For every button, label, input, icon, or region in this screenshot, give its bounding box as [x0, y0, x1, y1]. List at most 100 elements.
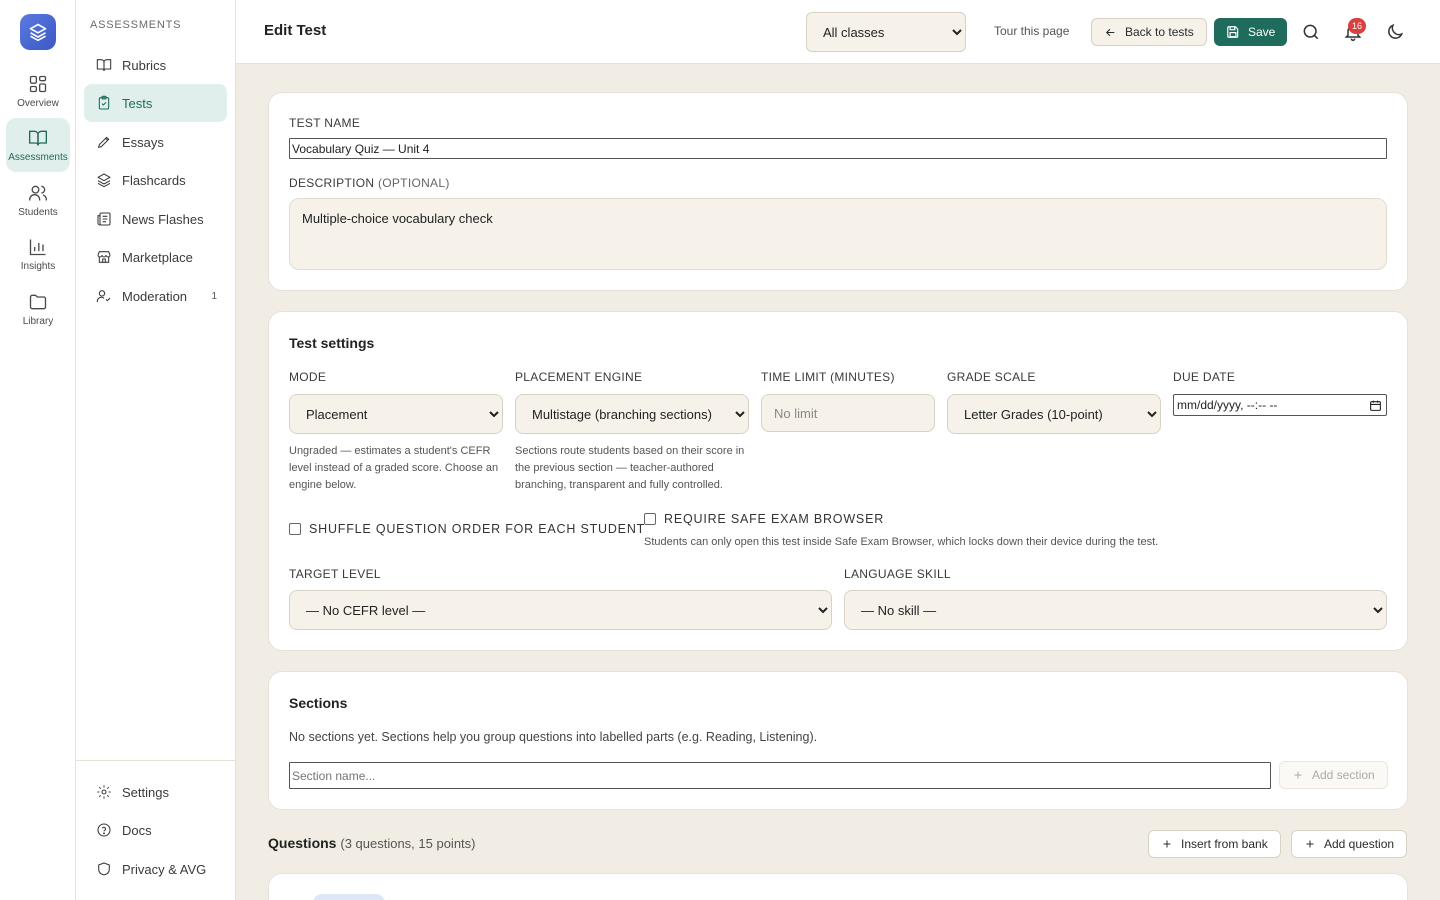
class-filter-select[interactable]: All classes [806, 12, 966, 52]
rail-item-library[interactable]: Library [6, 282, 70, 336]
rail-label: Insights [20, 260, 56, 272]
add-section-button[interactable]: Add section [1279, 761, 1388, 789]
back-button-label: Back to tests [1125, 25, 1194, 39]
safe-exam-checkbox-row[interactable]: REQUIRE SAFE EXAM BROWSER [644, 512, 884, 526]
test-settings-title: Test settings [289, 335, 375, 351]
grade-scale-label: GRADE SCALE [947, 370, 1036, 384]
plus-icon [1306, 840, 1314, 848]
sections-title: Sections [289, 695, 348, 711]
due-date-placeholder: mm/dd/yyyy, --:-- -- [1177, 398, 1278, 412]
sidebar-item-essays[interactable]: Essays [84, 123, 227, 161]
sidebar-item-flashcards[interactable]: Flashcards [84, 161, 227, 199]
test-name-input[interactable] [289, 138, 1387, 159]
rail-item-students[interactable]: Students [6, 173, 70, 227]
test-name-label: TEST NAME [289, 116, 361, 130]
grid-icon [29, 75, 47, 92]
rail-item-overview[interactable]: Overview [6, 64, 70, 118]
sidebar-item-label: Rubrics [122, 57, 167, 73]
description-label-text: DESCRIPTION [289, 176, 375, 190]
sections-empty-text: No sections yet. Sections help you group… [289, 730, 818, 744]
rail-label: Overview [17, 97, 59, 109]
mode-hint: Ungraded — estimates a student's CEFR le… [289, 445, 499, 491]
sidebar-item-label: Tests [122, 95, 153, 111]
sidebar-item-marketplace[interactable]: Marketplace [84, 238, 227, 276]
section-name-input[interactable] [289, 762, 1271, 789]
sidebar-item-privacy[interactable]: Privacy & AVG [84, 850, 227, 888]
test-settings-card: Test settings MODE Placement Ungraded — … [268, 311, 1408, 651]
grade-scale-select[interactable]: Letter Grades (10-point) [947, 394, 1161, 434]
app-logo[interactable] [20, 14, 56, 50]
floppy-disk-icon [1227, 26, 1239, 38]
back-to-tests-button[interactable]: Back to tests [1091, 18, 1207, 46]
due-date-label: DUE DATE [1173, 370, 1236, 384]
sidebar-item-docs[interactable]: Docs [84, 811, 227, 849]
sidebar-item-label: Flashcards [122, 172, 186, 188]
rail-label: Assessments [8, 151, 68, 163]
sidebar-item-rubrics[interactable]: Rubrics [84, 46, 227, 84]
add-section-label: Add section [1312, 768, 1375, 782]
arrow-left-icon [1105, 28, 1115, 36]
app-rail: Overview Assessments Students Insights L… [0, 0, 76, 900]
mode-select[interactable]: Placement [289, 394, 503, 434]
help-circle-icon [97, 823, 111, 837]
placement-engine-label: PLACEMENT ENGINE [515, 370, 643, 384]
questions-heading: Questions (3 questions, 15 points) [268, 835, 476, 851]
plus-icon [1163, 840, 1171, 848]
book-icon [29, 130, 47, 146]
insert-from-bank-button[interactable]: Insert from bank [1148, 830, 1281, 858]
sections-card: Sections No sections yet. Sections help … [268, 671, 1408, 810]
rail-label: Library [22, 315, 54, 327]
search-icon[interactable] [1301, 22, 1321, 42]
time-limit-input[interactable]: No limit [761, 394, 935, 432]
users-icon [29, 185, 47, 200]
target-level-select[interactable]: — No CEFR level — [289, 590, 832, 630]
sidebar-divider [76, 760, 235, 761]
sidebar-item-label: Moderation [122, 288, 188, 304]
clipboard-check-icon [98, 95, 110, 110]
moderation-count-badge: 1 [211, 290, 217, 302]
sidebar-item-news-flashes[interactable]: News Flashes [84, 200, 227, 238]
questions-title-text: Questions [268, 835, 337, 851]
description-textarea[interactable]: Multiple-choice vocabulary check [289, 198, 1387, 270]
calendar-icon[interactable] [1369, 399, 1382, 412]
target-level-label: TARGET LEVEL [289, 567, 381, 581]
sidebar-item-label: Settings [122, 784, 169, 800]
sidebar-item-label: Marketplace [122, 249, 193, 265]
safe-exam-checkbox[interactable] [644, 513, 656, 525]
safe-exam-hint: Students can only open this test inside … [644, 536, 1159, 548]
plus-icon [1294, 771, 1302, 779]
sidebar-item-label: News Flashes [122, 211, 204, 227]
top-bar: Edit Test All classes Tour this page Bac… [236, 0, 1440, 64]
question-card [268, 873, 1408, 900]
rail-item-insights[interactable]: Insights [6, 227, 70, 281]
sidebar-item-settings[interactable]: Settings [84, 773, 227, 811]
language-skill-select[interactable]: — No skill — [844, 590, 1387, 630]
add-question-button[interactable]: Add question [1291, 830, 1408, 858]
shuffle-checkbox[interactable] [289, 523, 301, 535]
sidebar-item-label: Essays [122, 134, 164, 150]
sidebar-item-moderation[interactable]: Moderation 1 [84, 277, 227, 315]
insert-from-bank-label: Insert from bank [1181, 837, 1268, 851]
rail-item-assessments[interactable]: Assessments [6, 118, 70, 172]
placement-engine-select[interactable]: Multistage (branching sections) [515, 394, 749, 434]
sidebar-heading: ASSESSMENTS [90, 19, 182, 31]
shield-icon [98, 862, 110, 876]
moon-icon[interactable] [1385, 22, 1405, 42]
bar-chart-icon [29, 239, 46, 255]
section-sidebar: ASSESSMENTS Rubrics Tests Essays Flashca… [76, 0, 236, 900]
add-question-label: Add question [1324, 837, 1395, 851]
layers-logo-icon [29, 23, 47, 42]
shuffle-checkbox-row[interactable]: SHUFFLE QUESTION ORDER FOR EACH STUDENT [289, 522, 645, 536]
sidebar-item-tests[interactable]: Tests [84, 84, 227, 122]
sidebar-item-label: Privacy & AVG [122, 861, 207, 877]
save-button[interactable]: Save [1214, 18, 1288, 46]
language-skill-label: LANGUAGE SKILL [844, 567, 951, 581]
description-optional-tag: (OPTIONAL) [377, 176, 450, 190]
due-date-input[interactable]: mm/dd/yyyy, --:-- -- [1173, 394, 1387, 416]
tour-page-link[interactable]: Tour this page [994, 24, 1069, 38]
newspaper-icon [97, 212, 111, 226]
book-open-icon [96, 59, 112, 72]
folder-icon [29, 294, 47, 309]
layers-icon [97, 173, 111, 188]
placement-engine-hint: Sections route students based on their s… [515, 445, 745, 491]
